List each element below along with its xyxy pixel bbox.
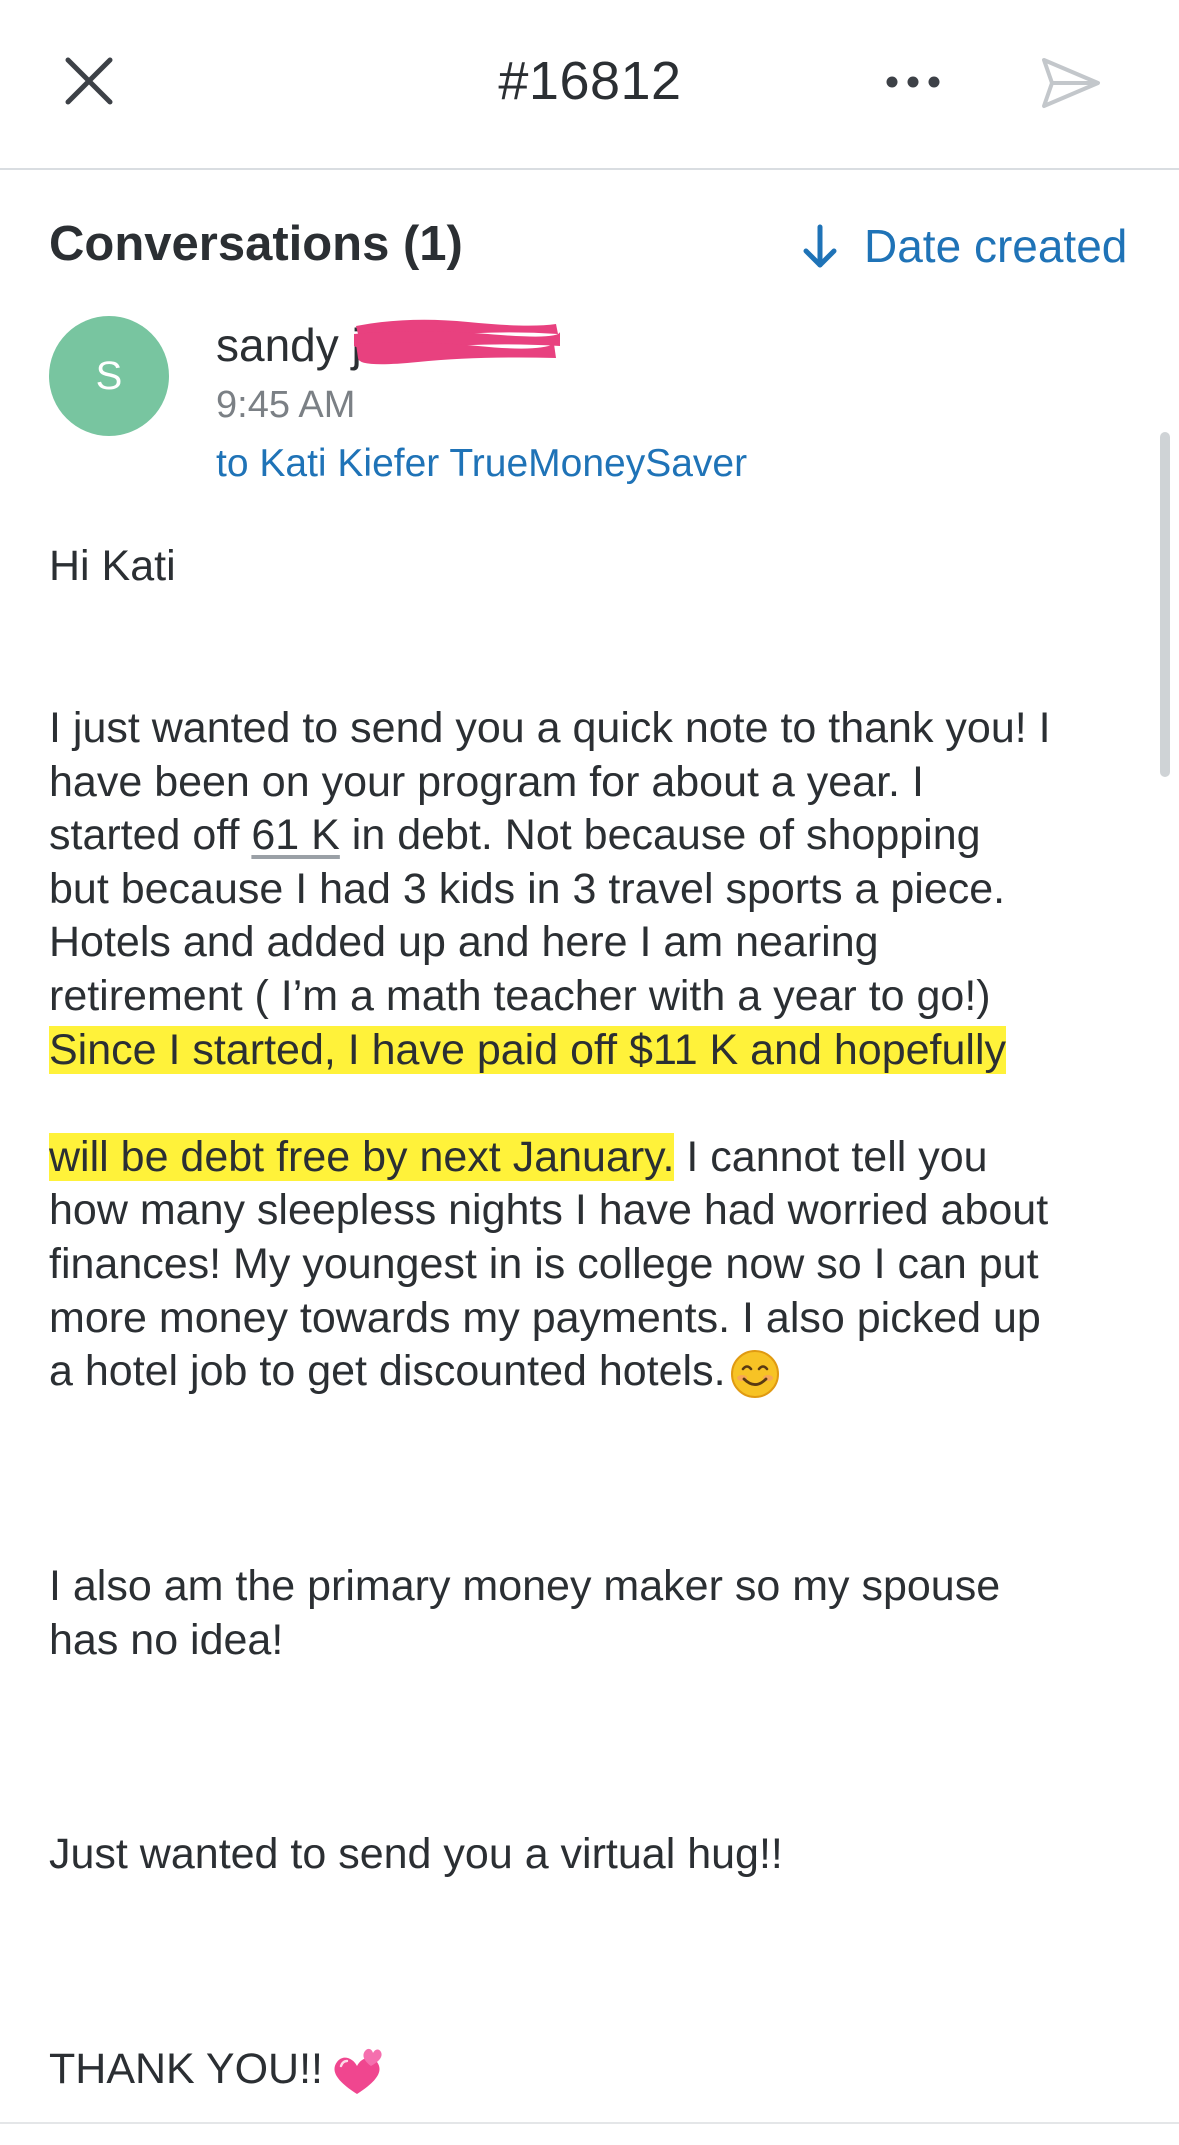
conversations-title: Conversations (1) — [49, 217, 463, 271]
message-paragraph-4: THANK YOU!! — [49, 2043, 1134, 2097]
avatar: S — [49, 316, 169, 436]
body-line: will be debt free by next January. I can… — [49, 1131, 1134, 1185]
highlighted-text: will be debt free by next January. — [49, 1132, 675, 1181]
two-hearts-emoji — [334, 2048, 382, 2094]
body-line: Hotels and added up and here I am nearin… — [49, 918, 879, 967]
body-text: started off — [49, 811, 252, 860]
body-line: I also am the primary money maker so my … — [49, 1562, 1001, 1610]
greeting: Hi Kati — [49, 542, 176, 590]
redaction-scribble — [354, 319, 560, 365]
scrollbar[interactable] — [1160, 432, 1170, 777]
message-time: 9:45 AM — [216, 384, 356, 426]
body-line: more money towards my payments. I also p… — [49, 1293, 1041, 1342]
highlighted-text: Since I started, I have paid off $11 K a… — [49, 1025, 1007, 1074]
message-paragraph-2: I also am the primary money maker so my … — [49, 1560, 1134, 1667]
top-bar: #16812 — [0, 0, 1179, 170]
body-line: a hotel job to get discounted hotels. — [49, 1345, 1134, 1399]
message-paragraph-1: I just wanted to send you a quick note t… — [49, 702, 1134, 1399]
body-text: in debt. Not because of shopping — [339, 811, 981, 860]
debt-amount-link[interactable]: 61 K — [251, 811, 339, 859]
body-text: a hotel job to get discounted hotels. — [49, 1347, 726, 1396]
body-line: how many sleepless nights I have had wor… — [49, 1186, 1049, 1235]
sort-date-created-button[interactable]: Date created — [798, 218, 1127, 274]
body-line: started off 61 K in debt. Not because of… — [49, 809, 1134, 863]
send-icon[interactable] — [1038, 52, 1104, 114]
body-line: has no idea! — [49, 1615, 284, 1664]
body-text: I cannot tell you — [674, 1132, 988, 1181]
body-line: I just wanted to send you a quick note t… — [49, 704, 1051, 752]
message-paragraph-3: Just wanted to send you a virtual hug!! — [49, 1828, 1134, 1882]
body-text: THANK YOU!! — [49, 2045, 323, 2093]
body-line: finances! My youngest in is college now … — [49, 1239, 1039, 1288]
body-line: Just wanted to send you a virtual hug!! — [49, 1830, 783, 1878]
avatar-initial: S — [95, 353, 123, 398]
smiling-face-emoji — [730, 1349, 779, 1398]
body-line: THANK YOU!! — [49, 2043, 1134, 2097]
ticket-number: #16812 — [498, 51, 682, 111]
body-line: have been on your program for about a ye… — [49, 757, 924, 806]
more-horizontal-icon[interactable] — [878, 56, 948, 108]
body-line: but because I had 3 kids in 3 travel spo… — [49, 864, 1006, 913]
recipient-link[interactable]: to Kati Kiefer TrueMoneySaver — [216, 442, 747, 486]
body-line: retirement ( I’m a math teacher with a y… — [49, 971, 991, 1020]
sender-name: sandy j — [216, 319, 362, 371]
body-line: Since I started, I have paid off $11 K a… — [49, 1024, 1134, 1078]
arrow-down-icon — [803, 224, 837, 268]
sort-label: Date created — [864, 220, 1128, 272]
close-icon[interactable] — [58, 50, 120, 112]
bottom-divider — [0, 2122, 1179, 2124]
